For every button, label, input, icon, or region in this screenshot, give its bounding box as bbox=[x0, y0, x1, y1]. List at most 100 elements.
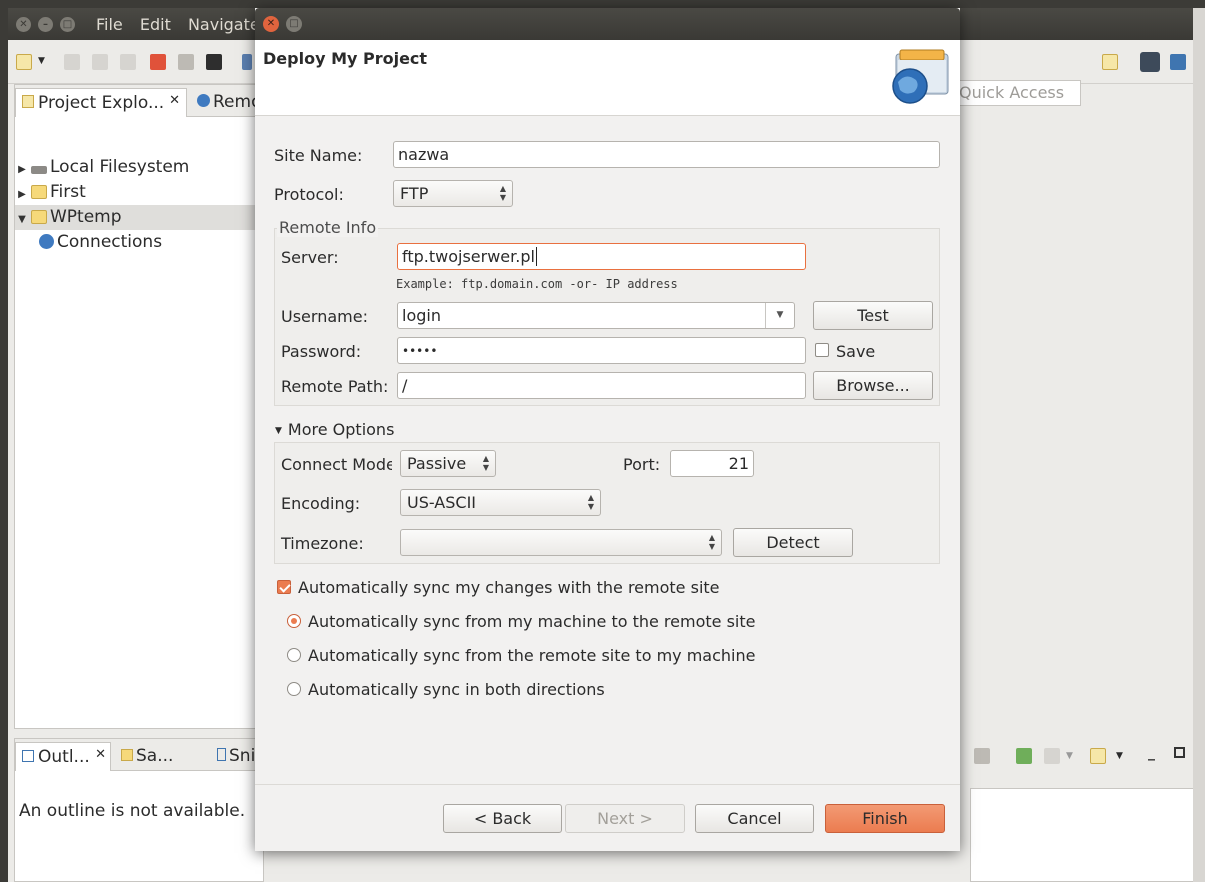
print-icon[interactable] bbox=[120, 54, 136, 70]
dialog-title: Deploy My Project bbox=[263, 49, 428, 68]
tree-item-label: Local Filesystem bbox=[50, 157, 190, 177]
view-icon[interactable] bbox=[974, 748, 990, 764]
username-combo[interactable]: login ▼ bbox=[397, 302, 795, 329]
save-icon[interactable] bbox=[64, 54, 80, 70]
connect-mode-label: Connect Mode bbox=[281, 455, 392, 474]
open-perspective-icon[interactable] bbox=[1102, 54, 1118, 70]
sync-local-to-remote-radio[interactable] bbox=[287, 614, 301, 628]
sync-both-directions-label[interactable]: Automatically sync in both directions bbox=[308, 680, 605, 699]
tab-samples-label: Sa... bbox=[136, 746, 174, 766]
port-input[interactable]: 21 bbox=[670, 450, 754, 477]
export-icon[interactable] bbox=[1016, 748, 1032, 764]
connect-mode-value: Passive bbox=[407, 454, 467, 473]
outline-empty-message: An outline is not available. bbox=[19, 801, 246, 821]
close-dialog-icon[interactable]: ✕ bbox=[263, 16, 279, 32]
menu-edit[interactable]: Edit bbox=[140, 15, 171, 34]
tab-snippets[interactable]: Sni bbox=[211, 742, 261, 771]
tab-project-explorer[interactable]: Project Explo... ✕ bbox=[15, 88, 187, 117]
protocol-label: Protocol: bbox=[274, 185, 344, 204]
username-dropdown-icon[interactable]: ▼ bbox=[765, 303, 794, 328]
dropdown-icon[interactable]: ▼ bbox=[1116, 751, 1123, 761]
more-options-toggle[interactable]: ▼ More Options bbox=[275, 420, 394, 439]
save-password-label[interactable]: Save bbox=[836, 342, 875, 361]
encoding-value: US-ASCII bbox=[407, 493, 476, 512]
tree-item-label: WPtemp bbox=[50, 207, 122, 227]
sync-remote-to-local-label[interactable]: Automatically sync from the remote site … bbox=[308, 646, 755, 665]
username-label: Username: bbox=[281, 307, 368, 326]
save-all-icon[interactable] bbox=[92, 54, 108, 70]
deploy-dialog: ✕ □ Deploy My Project Site Name: nazwa P… bbox=[255, 8, 960, 851]
new-icon[interactable] bbox=[16, 54, 32, 70]
close-tab-icon[interactable]: ✕ bbox=[95, 747, 106, 762]
sync-both-directions-radio[interactable] bbox=[287, 682, 301, 696]
close-window-icon[interactable]: ✕ bbox=[16, 17, 31, 32]
folder-icon bbox=[22, 95, 34, 108]
encoding-select[interactable]: US-ASCII ▲ ▼ bbox=[400, 489, 601, 516]
terminal-icon[interactable] bbox=[206, 54, 222, 70]
close-tab-icon[interactable]: ✕ bbox=[169, 93, 180, 108]
tree-item-local-filesystem[interactable]: ▶ Local Filesystem bbox=[15, 155, 263, 180]
detect-button[interactable]: Detect bbox=[733, 528, 853, 557]
browse-button[interactable]: Browse... bbox=[813, 371, 933, 400]
dropdown-icon[interactable]: ▼ bbox=[1066, 751, 1073, 761]
tab-outline[interactable]: Outl... ✕ bbox=[15, 742, 111, 771]
save-password-checkbox[interactable] bbox=[815, 343, 829, 357]
restore-dialog-icon[interactable]: □ bbox=[286, 16, 302, 32]
updown-arrows-icon: ▲ ▼ bbox=[708, 533, 715, 551]
tree-item-wptemp[interactable]: ▼ WPtemp bbox=[15, 205, 263, 230]
globe-icon bbox=[39, 234, 54, 249]
project-icon bbox=[31, 210, 47, 224]
expand-arrow-icon[interactable]: ▶ bbox=[15, 182, 29, 207]
outline-icon bbox=[22, 750, 34, 762]
drive-icon bbox=[31, 166, 47, 174]
menu-navigate[interactable]: Navigate bbox=[188, 15, 260, 34]
password-label: Password: bbox=[281, 342, 362, 361]
tool-icon[interactable] bbox=[242, 54, 252, 70]
server-input[interactable]: ftp.twojserwer.pl bbox=[397, 243, 806, 270]
cancel-button[interactable]: Cancel bbox=[695, 804, 814, 833]
quick-access-input[interactable]: Quick Access bbox=[954, 80, 1081, 106]
timezone-select[interactable]: ▲ ▼ bbox=[400, 529, 722, 556]
tree-item-label: First bbox=[50, 182, 86, 202]
remote-info-title: Remote Info bbox=[277, 218, 379, 237]
auto-sync-label[interactable]: Automatically sync my changes with the r… bbox=[298, 578, 720, 597]
new-dropdown-icon[interactable]: ▼ bbox=[38, 56, 45, 66]
tree-item-first[interactable]: ▶ First bbox=[15, 180, 263, 205]
password-input[interactable]: ••••• bbox=[397, 337, 806, 364]
home-icon[interactable] bbox=[150, 54, 166, 70]
perspective-icon[interactable] bbox=[1140, 52, 1160, 72]
menu-file[interactable]: File bbox=[96, 15, 123, 34]
tab-snippets-label: Sni bbox=[229, 746, 256, 766]
server-label: Server: bbox=[281, 248, 339, 267]
new-console-icon[interactable] bbox=[1090, 748, 1106, 764]
back-button[interactable]: < Back bbox=[443, 804, 562, 833]
finish-button[interactable]: Finish bbox=[825, 804, 945, 833]
text-cursor bbox=[535, 247, 537, 266]
minimize-window-icon[interactable]: – bbox=[38, 17, 53, 32]
python-perspective-icon[interactable] bbox=[1170, 54, 1186, 70]
auto-sync-checkbox[interactable] bbox=[277, 580, 291, 594]
sync-local-to-remote-label[interactable]: Automatically sync from my machine to th… bbox=[308, 612, 755, 631]
collapse-arrow-icon[interactable]: ▼ bbox=[15, 207, 29, 232]
site-name-input[interactable]: nazwa bbox=[393, 141, 940, 168]
outline-panel: Outl... ✕ Sa... Sni An outline is not av… bbox=[14, 738, 264, 882]
maximize-window-icon[interactable]: □ bbox=[60, 17, 75, 32]
right-edge-strip bbox=[1193, 8, 1205, 882]
sync-remote-to-local-radio[interactable] bbox=[287, 648, 301, 662]
next-button[interactable]: Next > bbox=[565, 804, 685, 833]
server-value: ftp.twojserwer.pl bbox=[402, 247, 535, 266]
expand-arrow-icon[interactable]: ▶ bbox=[15, 157, 29, 182]
tab-samples[interactable]: Sa... bbox=[115, 742, 179, 771]
encoding-label: Encoding: bbox=[281, 494, 361, 513]
protocol-select[interactable]: FTP ▲ ▼ bbox=[393, 180, 513, 207]
username-value: login bbox=[402, 306, 441, 325]
test-button[interactable]: Test bbox=[813, 301, 933, 330]
minimize-view-icon[interactable]: _ bbox=[1148, 745, 1155, 761]
maximize-view-icon[interactable] bbox=[1174, 747, 1185, 758]
console-icon[interactable] bbox=[1044, 748, 1060, 764]
connect-mode-select[interactable]: Passive ▲ ▼ bbox=[400, 450, 496, 477]
screen-icon[interactable] bbox=[178, 54, 194, 70]
samples-icon bbox=[121, 749, 133, 761]
remote-path-input[interactable]: / bbox=[397, 372, 806, 399]
tree-item-connections[interactable]: Connections bbox=[15, 230, 263, 255]
